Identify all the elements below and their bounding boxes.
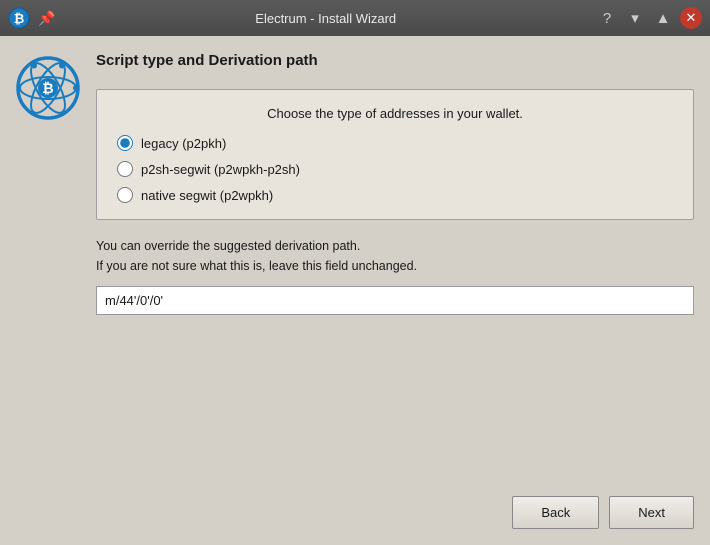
- derivation-hint: You can override the suggested derivatio…: [96, 236, 694, 276]
- section-title: Script type and Derivation path: [96, 52, 694, 69]
- radio-item-native-segwit[interactable]: native segwit (p2wpkh): [117, 187, 673, 203]
- titlebar-controls: ? ▾ ▲ ✕: [596, 7, 702, 29]
- app-icon: ₿: [8, 7, 30, 29]
- close-button[interactable]: ✕: [680, 7, 702, 29]
- svg-text:₿: ₿: [14, 11, 25, 26]
- derivation-hint-line1: You can override the suggested derivatio…: [96, 239, 360, 253]
- derivation-hint-line2: If you are not sure what this is, leave …: [96, 259, 417, 273]
- right-content: Script type and Derivation path Choose t…: [96, 52, 694, 470]
- radio-legacy-label: legacy (p2pkh): [141, 136, 226, 151]
- electrum-logo: ₿: [16, 56, 80, 120]
- derivation-section: You can override the suggested derivatio…: [96, 236, 694, 315]
- titlebar-left: ₿ 📌: [8, 7, 55, 29]
- address-type-card: Choose the type of addresses in your wal…: [96, 89, 694, 220]
- radio-p2sh[interactable]: [117, 161, 133, 177]
- radio-p2sh-label: p2sh-segwit (p2wpkh-p2sh): [141, 162, 300, 177]
- titlebar: ₿ 📌 Electrum - Install Wizard ? ▾ ▲ ✕: [0, 0, 710, 36]
- svg-text:₿: ₿: [42, 80, 53, 96]
- derivation-path-input[interactable]: [96, 286, 694, 315]
- help-button[interactable]: ?: [596, 7, 618, 29]
- card-subtitle: Choose the type of addresses in your wal…: [117, 106, 673, 121]
- radio-native-segwit[interactable]: [117, 187, 133, 203]
- radio-native-segwit-label: native segwit (p2wpkh): [141, 188, 273, 203]
- next-button[interactable]: Next: [609, 496, 694, 529]
- radio-item-p2sh[interactable]: p2sh-segwit (p2wpkh-p2sh): [117, 161, 673, 177]
- maximize-button[interactable]: ▲: [652, 7, 674, 29]
- minimize-button[interactable]: ▾: [624, 7, 646, 29]
- logo-area: ₿: [16, 52, 80, 470]
- window-body: ₿ Script type and Derivation path Choose…: [0, 36, 710, 545]
- radio-group: legacy (p2pkh) p2sh-segwit (p2wpkh-p2sh)…: [117, 135, 673, 203]
- back-button[interactable]: Back: [512, 496, 599, 529]
- radio-legacy[interactable]: [117, 135, 133, 151]
- window-title: Electrum - Install Wizard: [55, 11, 596, 26]
- button-bar: Back Next: [0, 486, 710, 545]
- pin-icon[interactable]: 📌: [38, 10, 55, 27]
- radio-item-legacy[interactable]: legacy (p2pkh): [117, 135, 673, 151]
- content-area: ₿ Script type and Derivation path Choose…: [0, 36, 710, 486]
